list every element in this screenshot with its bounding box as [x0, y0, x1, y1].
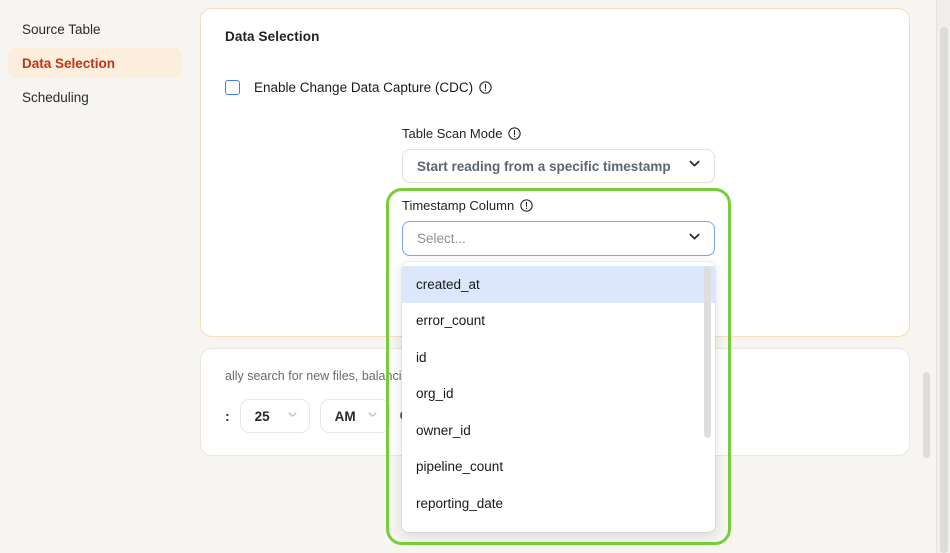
- dropdown-option-label: owner_id: [416, 422, 471, 438]
- chevron-down-icon: [687, 156, 702, 176]
- timestamp-column-field: Timestamp Column Select...: [402, 198, 715, 256]
- timestamp-column-label: Timestamp Column: [402, 198, 715, 213]
- page-scrollbar-thumb[interactable]: [940, 27, 948, 553]
- meridiem-select[interactable]: AM: [319, 399, 390, 433]
- meridiem-value: AM: [334, 408, 356, 424]
- timestamp-column-placeholder: Select...: [417, 231, 466, 246]
- timestamp-column-dropdown[interactable]: created_at error_count id org_id owner_i…: [402, 262, 715, 532]
- dropdown-option[interactable]: org_id: [402, 376, 715, 413]
- page-scrollbar[interactable]: [936, 0, 950, 553]
- sidebar-item-source-table[interactable]: Source Table: [8, 14, 182, 44]
- chevron-down-icon: [286, 408, 299, 424]
- dropdown-option-label: error_count: [416, 313, 486, 329]
- dropdown-option-list: created_at error_count id org_id owner_i…: [402, 262, 715, 532]
- cdc-checkbox[interactable]: [225, 80, 240, 95]
- card-title: Data Selection: [225, 29, 320, 44]
- sidebar-item-label: Source Table: [22, 21, 101, 37]
- panel-scrollbar-thumb[interactable]: [923, 372, 930, 458]
- dropdown-option[interactable]: id: [402, 339, 715, 376]
- time-separator: :: [225, 408, 230, 424]
- timestamp-column-select[interactable]: Select...: [402, 221, 715, 256]
- minute-value: 25: [254, 408, 270, 424]
- settings-sidebar: Source Table Data Selection Scheduling: [0, 0, 190, 553]
- dropdown-scrollbar[interactable]: [704, 266, 711, 528]
- dropdown-option[interactable]: created_at: [402, 266, 715, 303]
- chevron-down-icon: [366, 408, 379, 424]
- sidebar-item-label: Scheduling: [22, 89, 89, 105]
- cdc-checkbox-label: Enable Change Data Capture (CDC): [254, 80, 474, 95]
- dropdown-option-label: pipeline_count: [416, 459, 504, 475]
- dropdown-option-label: org_id: [416, 386, 454, 402]
- sidebar-item-data-selection[interactable]: Data Selection: [8, 48, 182, 78]
- dropdown-option[interactable]: owner_id: [402, 412, 715, 449]
- table-scan-mode-select[interactable]: Start reading from a specific timestamp: [402, 149, 715, 183]
- dropdown-option[interactable]: reporting_date: [402, 485, 715, 522]
- dropdown-option-label: created_at: [416, 276, 480, 292]
- info-circle-icon[interactable]: [508, 127, 522, 140]
- app-root: Source Table Data Selection Scheduling D…: [0, 0, 950, 553]
- table-scan-mode-value: Start reading from a specific timestamp: [417, 158, 671, 174]
- sidebar-item-scheduling[interactable]: Scheduling: [8, 82, 182, 112]
- cdc-checkbox-row: Enable Change Data Capture (CDC): [225, 80, 885, 95]
- info-circle-icon[interactable]: [520, 199, 533, 212]
- settings-content: Data Selection Enable Change Data Captur…: [190, 0, 950, 553]
- table-scan-mode-label: Table Scan Mode: [402, 126, 715, 141]
- dropdown-option[interactable]: pipeline_count: [402, 449, 715, 486]
- dropdown-option-label: id: [416, 349, 427, 365]
- dropdown-option[interactable]: error_count: [402, 303, 715, 340]
- sidebar-item-label: Data Selection: [22, 55, 116, 71]
- info-circle-icon[interactable]: [479, 81, 492, 94]
- minute-select[interactable]: 25: [239, 399, 310, 433]
- dropdown-option-label: reporting_date: [416, 495, 504, 511]
- chevron-down-icon: [687, 229, 702, 249]
- dropdown-scrollbar-thumb[interactable]: [704, 266, 711, 438]
- table-scan-mode-field: Table Scan Mode Start reading from a spe…: [402, 126, 715, 183]
